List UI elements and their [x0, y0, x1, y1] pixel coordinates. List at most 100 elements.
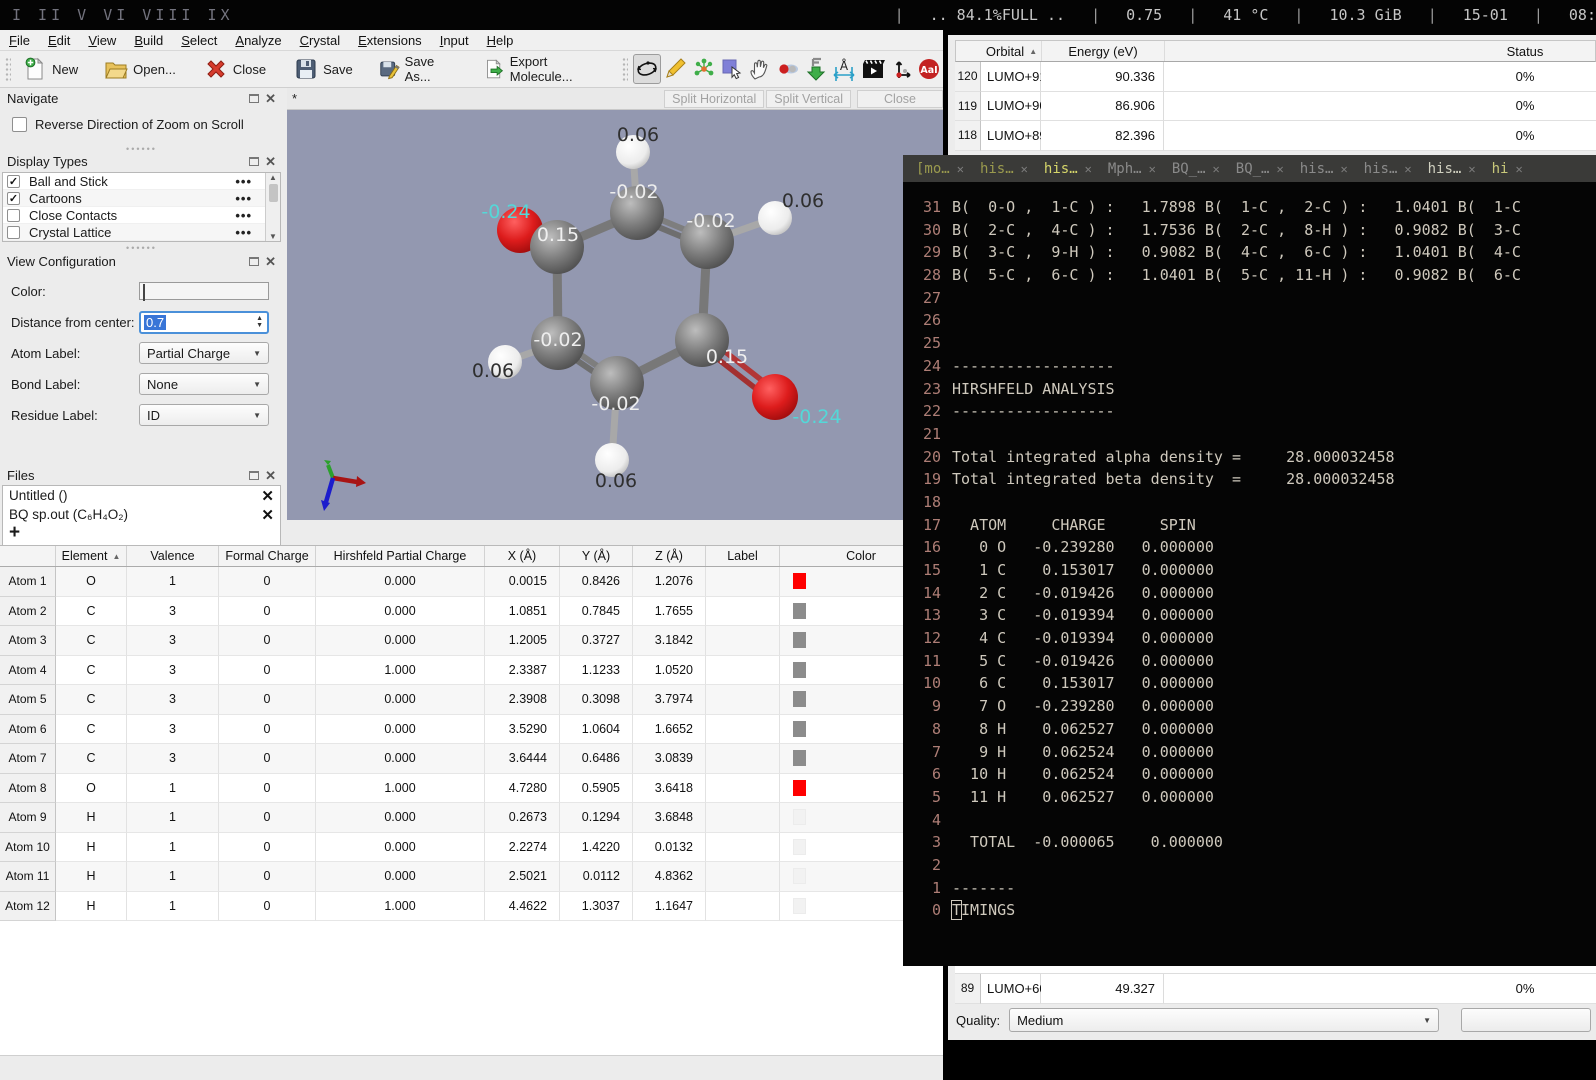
save-as-button[interactable]: Save As...	[372, 51, 463, 87]
import-tool-button[interactable]	[802, 54, 830, 84]
column-header-valence[interactable]: Valence	[127, 546, 219, 566]
atom-color-swatch[interactable]	[793, 750, 806, 766]
terminal-tab-close-icon[interactable]: ✕	[1085, 162, 1092, 176]
file-item[interactable]: BQ sp.out (C₆H₄O₂)✕	[3, 505, 280, 524]
new-button[interactable]: New	[16, 54, 85, 84]
spinbox-arrows[interactable]: ▲▼	[256, 315, 267, 329]
bond-centric-tool-button[interactable]	[774, 54, 802, 84]
draw-tool-button[interactable]	[661, 54, 689, 84]
atom-table-row[interactable]: Atom 1O100.0000.00150.84261.2076	[0, 567, 943, 597]
column-header-x-[interactable]: X (Å)	[485, 546, 560, 566]
atom-table-row[interactable]: Atom 5C300.0002.39080.30983.7974	[0, 685, 943, 715]
display-types-scrollbar[interactable]: ▲▼	[265, 173, 280, 241]
float-panel-button[interactable]	[249, 257, 259, 266]
display-type-checkbox[interactable]	[7, 209, 20, 222]
terminal-tab-close-icon[interactable]: ✕	[1276, 162, 1283, 176]
column-header-formal-charge[interactable]: Formal Charge	[219, 546, 316, 566]
display-type-options-button[interactable]: •••	[235, 225, 252, 240]
menu-file[interactable]: File	[0, 32, 39, 49]
terminal-tab[interactable]: his…✕	[1357, 157, 1419, 181]
display-type-checkbox[interactable]: ✓	[7, 175, 20, 188]
terminal-tab[interactable]: [mo…✕	[909, 157, 971, 181]
terminal-tab[interactable]: BQ_…✕	[1165, 157, 1227, 181]
selection-tool-button[interactable]	[718, 54, 746, 84]
atom-color-swatch[interactable]	[793, 662, 806, 678]
save-button[interactable]: Save	[287, 54, 360, 84]
terminal-tab-close-icon[interactable]: ✕	[1468, 162, 1475, 176]
float-panel-button[interactable]	[249, 157, 259, 166]
menu-select[interactable]: Select	[172, 32, 226, 49]
distance-spinbox[interactable]: 0.7 ▲▼	[139, 311, 269, 334]
menu-build[interactable]: Build	[125, 32, 172, 49]
close-panel-button[interactable]: ✕	[265, 471, 276, 481]
terminal-tab-close-icon[interactable]: ✕	[1340, 162, 1347, 176]
partial-button[interactable]	[1461, 1008, 1591, 1032]
atom-table-row[interactable]: Atom 3C300.0001.20050.37273.1842	[0, 626, 943, 656]
close-button[interactable]: Close	[197, 54, 273, 84]
atom-table-row[interactable]: Atom 4C301.0002.33871.12331.0520	[0, 656, 943, 686]
menu-analyze[interactable]: Analyze	[226, 32, 290, 49]
label-tool-button[interactable]: AaI	[915, 54, 943, 84]
orbital-row-89[interactable]: 89 LUMO+60 49.327 0%	[955, 974, 1596, 1004]
toolbar-drag-handle[interactable]	[5, 57, 11, 81]
orbital-row[interactable]: 119LUMO+9086.9060%	[955, 92, 1596, 122]
terminal-tab-close-icon[interactable]: ✕	[1515, 162, 1522, 176]
atom-label-combo[interactable]: Partial Charge▼	[139, 342, 269, 364]
atom-color-swatch[interactable]	[793, 898, 806, 914]
atom-color-swatch[interactable]	[793, 603, 806, 619]
atom-table-row[interactable]: Atom 7C300.0003.64440.64863.0839	[0, 744, 943, 774]
status-column-header[interactable]: Status	[1165, 41, 1595, 61]
atom-table-row[interactable]: Atom 11H100.0002.50210.01124.8362	[0, 862, 943, 892]
split-vertical-button[interactable]: Split Vertical	[766, 90, 851, 108]
energy-column-header[interactable]: Energy (eV)	[1042, 41, 1165, 61]
terminal-tab[interactable]: his…✕	[1421, 157, 1483, 181]
template-tool-button[interactable]	[690, 54, 718, 84]
display-type-options-button[interactable]: •••	[235, 174, 252, 189]
atom-table-row[interactable]: Atom 12H101.0004.46221.30371.1647	[0, 892, 943, 922]
display-type-options-button[interactable]: •••	[235, 208, 252, 223]
remove-file-button[interactable]: ✕	[261, 487, 274, 505]
display-type-item[interactable]: Close Contacts•••	[3, 207, 280, 224]
terminal-tab[interactable]: hi✕	[1485, 157, 1530, 181]
menu-input[interactable]: Input	[431, 32, 478, 49]
measure-tool-button[interactable]: Å	[830, 54, 858, 84]
toolbar-drag-handle-2[interactable]	[622, 57, 628, 81]
atom-table-row[interactable]: Atom 6C300.0003.52901.06041.6652	[0, 715, 943, 745]
reverse-zoom-checkbox[interactable]	[12, 117, 27, 132]
axes-manipulate-tool-button[interactable]	[887, 54, 915, 84]
oxygen-atom[interactable]	[752, 374, 798, 420]
terminal-tab-close-icon[interactable]: ✕	[1021, 162, 1028, 176]
float-panel-button[interactable]	[249, 471, 259, 480]
atom-table-row[interactable]: Atom 8O101.0004.72800.59053.6418	[0, 774, 943, 804]
atom-color-swatch[interactable]	[793, 632, 806, 648]
terminal-tab-close-icon[interactable]: ✕	[1149, 162, 1156, 176]
terminal-tab[interactable]: his…✕	[1293, 157, 1355, 181]
terminal-output[interactable]: 31B( 0-O , 1-C ) : 1.7898 B( 1-C , 2-C )…	[903, 182, 1596, 924]
menu-edit[interactable]: Edit	[39, 32, 79, 49]
terminal-tab-close-icon[interactable]: ✕	[1404, 162, 1411, 176]
atom-table-row[interactable]: Atom 2C300.0001.08510.78451.7655	[0, 597, 943, 627]
molecule-3d-view[interactable]: 0.06-0.020.06-0.02-0.240.15-0.020.06-0.0…	[287, 110, 943, 520]
column-header-element[interactable]: Element▲	[56, 546, 127, 566]
close-panel-button[interactable]: ✕	[265, 157, 276, 167]
display-type-checkbox[interactable]: ✓	[7, 192, 20, 205]
display-type-checkbox[interactable]	[7, 226, 20, 239]
menu-extensions[interactable]: Extensions	[349, 32, 431, 49]
terminal-tab-close-icon[interactable]: ✕	[1213, 162, 1220, 176]
viewport-close-button[interactable]: Close	[857, 90, 943, 108]
column-header-hirshfeld-partial-charge[interactable]: Hirshfeld Partial Charge	[316, 546, 485, 566]
orbital-column-header[interactable]: Orbital▲	[982, 41, 1042, 61]
atom-color-swatch[interactable]	[793, 721, 806, 737]
atom-color-swatch[interactable]	[793, 691, 806, 707]
atom-color-swatch[interactable]	[793, 839, 806, 855]
corner-header[interactable]	[0, 546, 56, 566]
remove-file-button[interactable]: ✕	[261, 506, 274, 524]
terminal-tab[interactable]: Mph…✕	[1101, 157, 1163, 181]
menu-crystal[interactable]: Crystal	[291, 32, 349, 49]
column-header-label[interactable]: Label	[706, 546, 780, 566]
display-type-item[interactable]: Crystal Lattice•••	[3, 224, 280, 241]
atom-color-swatch[interactable]	[793, 573, 806, 589]
export-molecule-button[interactable]: Export Molecule...	[477, 51, 608, 87]
terminal-tab[interactable]: his…✕	[1037, 157, 1099, 181]
column-header-y-[interactable]: Y (Å)	[560, 546, 633, 566]
